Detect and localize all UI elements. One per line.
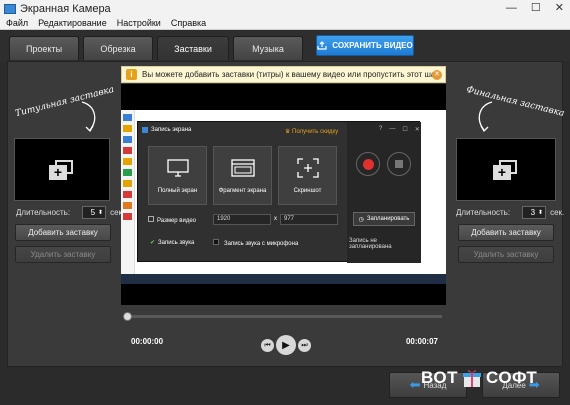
outro-duration-label: Длительность: xyxy=(456,208,511,217)
width-input[interactable]: 1920 xyxy=(213,214,271,225)
maximize-button[interactable]: ☐ xyxy=(531,0,541,17)
stop-icon xyxy=(395,160,403,168)
size-separator: x xyxy=(274,216,277,222)
window-titlebar: Экранная Камера — ☐ ✕ xyxy=(0,0,570,17)
minimize-button[interactable]: — xyxy=(506,0,517,17)
screen-capture-side: ? — ☐ ✕ ◷ Запланировать Запись не заплани… xyxy=(347,122,421,263)
capture-close-button[interactable]: ✕ xyxy=(415,126,420,133)
outro-duration-row: Длительность: 3 ⬍ сек. xyxy=(456,206,564,219)
next-icon: ⏭ xyxy=(301,341,308,349)
fullscreen-tile[interactable]: Полный экран xyxy=(148,146,207,205)
fragment-tile[interactable]: Фрагмент экрана xyxy=(213,146,272,205)
check-icon: ✔ xyxy=(150,240,156,246)
menu-edit[interactable]: Редактирование xyxy=(38,17,107,29)
info-bar: i Вы можете добавить заставки (титры) к … xyxy=(121,66,446,83)
arrow-left-icon: ⬅ xyxy=(409,377,421,392)
intro-duration-input[interactable]: 5 ⬍ xyxy=(82,206,107,219)
outro-duration-unit: сек. xyxy=(550,208,565,217)
play-icon: ▶ xyxy=(282,339,290,351)
total-time: 00:00:07 xyxy=(405,337,438,346)
window-icon xyxy=(231,159,255,177)
tab-projects[interactable]: Проекты xyxy=(9,36,79,60)
tab-trim[interactable]: Обрезка xyxy=(83,36,153,60)
record-app-icon xyxy=(142,127,148,133)
gift-box-icon xyxy=(462,370,481,387)
close-button[interactable]: ✕ xyxy=(555,0,564,17)
previous-icon: ⏮ xyxy=(264,341,271,349)
intro-duration-label: Длительность: xyxy=(16,208,71,217)
intro-duration-row: Длительность: 5 ⬍ сек. xyxy=(16,206,124,219)
upload-icon xyxy=(317,41,327,50)
record-sound-row[interactable]: ✔ Запись звука xyxy=(150,239,194,246)
next-button[interactable]: ⏭ xyxy=(298,339,311,352)
window-controls: — ☐ ✕ xyxy=(506,0,564,17)
save-video-label: СОХРАНИТЬ ВИДЕО xyxy=(332,41,413,50)
record-icon xyxy=(362,158,374,170)
discount-link[interactable]: ♛ Получить скидку xyxy=(285,128,338,135)
add-slide-icon: + xyxy=(49,159,75,180)
tab-music[interactable]: Музыка xyxy=(233,36,303,60)
capture-minimize-button[interactable]: — xyxy=(389,126,395,133)
tab-intros[interactable]: Заставки xyxy=(157,36,229,60)
outro-duration-input[interactable]: 3 ⬍ xyxy=(522,206,547,219)
save-video-button[interactable]: СОХРАНИТЬ ВИДЕО xyxy=(316,35,414,56)
info-icon: i xyxy=(126,69,137,80)
current-time: 00:00:00 xyxy=(131,337,164,346)
screenshot-icon xyxy=(297,158,319,178)
add-intro-button[interactable]: Добавить заставку xyxy=(15,224,111,241)
tabs-row: Проекты Обрезка Заставки Музыка СОХРАНИТ… xyxy=(0,31,570,61)
taskbar xyxy=(121,274,446,284)
info-text: Вы можете добавить заставки (титры) к ва… xyxy=(142,70,439,79)
clock-icon: ◷ xyxy=(358,216,364,223)
add-slide-icon: + xyxy=(493,159,519,180)
height-input[interactable]: 977 xyxy=(280,214,338,225)
seek-bar[interactable] xyxy=(127,315,442,318)
capture-window-controls: ? — ☐ ✕ xyxy=(379,126,420,133)
screenshot-tile[interactable]: Скриншот xyxy=(278,146,337,205)
stop-button[interactable] xyxy=(387,152,411,176)
mic-checkbox[interactable] xyxy=(213,239,219,245)
record-button[interactable] xyxy=(356,152,380,176)
record-mic-row[interactable]: Запись звука с микрофона xyxy=(213,239,298,247)
previous-button[interactable]: ⏮ xyxy=(261,339,274,352)
player-controls: 00:00:00 00:00:07 ⏮ ▶ ⏭ xyxy=(121,306,446,364)
desktop-icons-column xyxy=(121,110,135,274)
watermark: ВОТ СОФТ xyxy=(421,368,538,387)
menu-file[interactable]: Файл xyxy=(6,17,28,29)
info-close-icon[interactable]: ✕ xyxy=(432,70,442,80)
curved-arrow-icon xyxy=(478,101,493,133)
menu-help[interactable]: Справка xyxy=(171,17,206,29)
seek-knob[interactable] xyxy=(123,312,132,321)
menu-bar: Файл Редактирование Настройки Справка xyxy=(0,17,570,30)
help-button[interactable]: ? xyxy=(379,126,382,133)
video-size-checkbox[interactable] xyxy=(148,216,154,222)
schedule-status: Запись не запланирована xyxy=(349,238,392,250)
menu-settings[interactable]: Настройки xyxy=(117,17,161,29)
curved-arrow-icon xyxy=(81,101,96,133)
add-outro-button[interactable]: Добавить заставку xyxy=(458,224,554,241)
capture-maximize-button[interactable]: ☐ xyxy=(402,126,407,133)
app-icon xyxy=(4,3,16,14)
outro-thumbnail[interactable]: + xyxy=(456,138,556,201)
screen-capture-panel: Запись экрана ♛ Получить скидку Полный э… xyxy=(137,121,421,263)
monitor-icon xyxy=(167,159,189,177)
remove-intro-button[interactable]: Удалить заставку xyxy=(15,246,111,263)
intro-thumbnail[interactable]: + xyxy=(14,138,110,201)
remove-outro-button[interactable]: Удалить заставку xyxy=(458,246,554,263)
video-size-row[interactable]: Размер видео xyxy=(148,216,196,224)
schedule-button[interactable]: ◷ Запланировать xyxy=(353,212,415,226)
play-button[interactable]: ▶ xyxy=(276,335,296,355)
screen-capture-title: Запись экрана xyxy=(142,127,191,133)
window-title: Экранная Камера xyxy=(20,2,111,15)
